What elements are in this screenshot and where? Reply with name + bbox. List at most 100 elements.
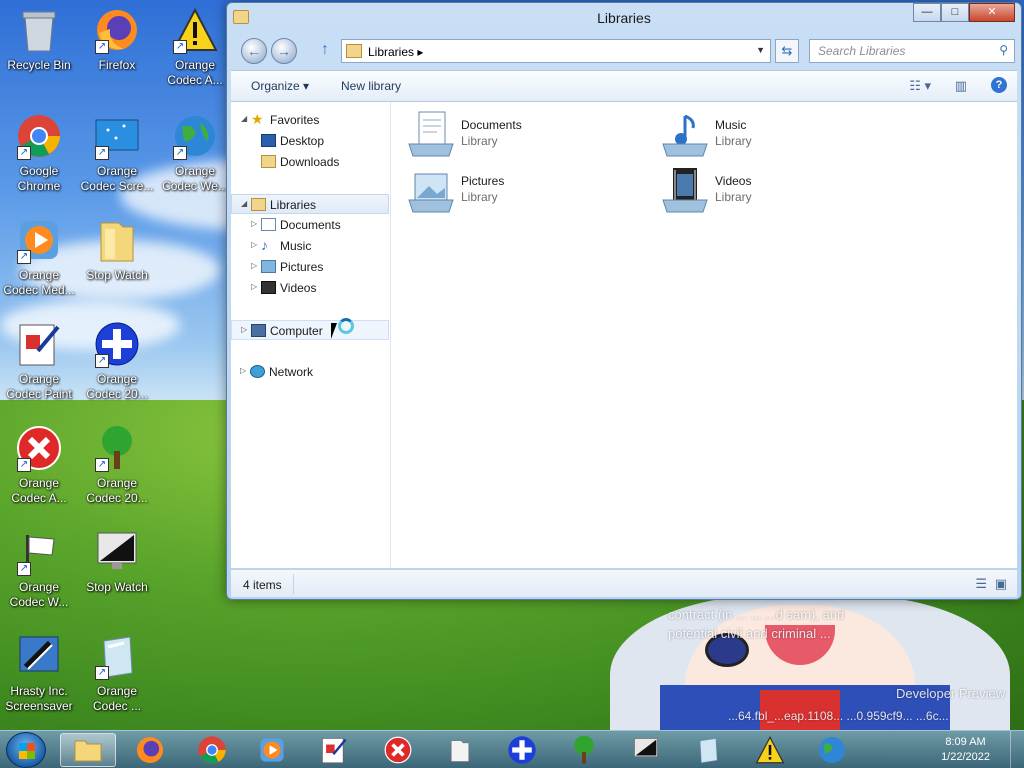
nav-videos[interactable]: ▷ Videos bbox=[231, 278, 389, 298]
desktop-icon-hrasty-screensaver[interactable]: Hrasty Inc. Screensaver bbox=[0, 632, 78, 714]
library-pictures[interactable]: Pictures Library bbox=[407, 166, 627, 216]
windows-logo-icon bbox=[19, 743, 35, 759]
collapse-arrow-icon[interactable]: ▷ bbox=[251, 261, 257, 270]
preview-pane-icon[interactable]: ▥ bbox=[955, 78, 967, 94]
up-arrow-icon[interactable]: ↑ bbox=[321, 41, 329, 59]
taskbar-explorer[interactable] bbox=[60, 733, 116, 767]
expand-arrow-icon[interactable]: ◢ bbox=[241, 114, 247, 123]
taskbar-glass[interactable] bbox=[680, 733, 736, 767]
taskbar-folder[interactable] bbox=[432, 733, 488, 767]
search-icon: ⚲ bbox=[999, 43, 1008, 57]
desktop-icon-orange-codec-20-tree[interactable]: ↗ Orange Codec 20... bbox=[78, 424, 156, 506]
desktop-icon-orange-codec-a-error[interactable]: ↗ Orange Codec A... bbox=[0, 424, 78, 506]
nav-music[interactable]: ▷ ♪ Music bbox=[231, 236, 389, 256]
watermark-line-2: potential civil and criminal ... bbox=[668, 626, 831, 641]
refresh-button[interactable]: ⇆ bbox=[775, 39, 799, 63]
taskbar-plus[interactable] bbox=[494, 733, 550, 767]
nav-documents[interactable]: ▷ Documents bbox=[231, 215, 389, 235]
content-area: ◢ ★ Favorites Desktop Downloads ◢ Librar… bbox=[231, 102, 1017, 568]
star-icon: ★ bbox=[251, 111, 264, 127]
taskbar-firefox[interactable] bbox=[122, 733, 178, 767]
desktop-icon-orange-codec-screen[interactable]: ↗ Orange Codec Scre... bbox=[78, 112, 156, 194]
busy-spinner-icon bbox=[338, 318, 354, 334]
system-clock[interactable]: 8:09 AM 1/22/2022 bbox=[941, 735, 990, 765]
desktop-icon-orange-codec-paint[interactable]: Orange Codec Paint bbox=[0, 320, 78, 402]
large-icons-view-icon[interactable]: ▣ bbox=[995, 576, 1007, 592]
collapse-arrow-icon[interactable]: ▷ bbox=[251, 282, 257, 291]
desktop-icon-orange-codec-media[interactable]: ↗ Orange Codec Med... bbox=[0, 216, 78, 298]
downloads-icon bbox=[261, 155, 276, 168]
organize-button[interactable]: Organize ▾ bbox=[251, 79, 309, 93]
collapse-arrow-icon[interactable]: ▷ bbox=[251, 219, 257, 228]
paint-icon bbox=[15, 320, 63, 368]
taskbar-warning[interactable] bbox=[742, 733, 798, 767]
library-documents[interactable]: Documents Library bbox=[407, 110, 627, 160]
nav-computer[interactable]: ▷ Computer bbox=[231, 320, 389, 340]
plus-icon bbox=[508, 736, 536, 764]
desktop-icon-google-chrome[interactable]: ↗ Google Chrome bbox=[0, 112, 78, 194]
taskbar-paint[interactable] bbox=[306, 733, 362, 767]
help-icon[interactable]: ? bbox=[991, 77, 1007, 93]
folder-icon bbox=[346, 44, 362, 58]
desktop-icon-orange-codec-web[interactable]: ↗ Orange Codec We... bbox=[156, 112, 234, 194]
chevron-down-icon[interactable]: ▼ bbox=[756, 45, 765, 55]
desktop-icon-firefox[interactable]: ↗ Firefox bbox=[78, 6, 156, 73]
taskbar-monitor[interactable] bbox=[618, 733, 674, 767]
collapse-arrow-icon[interactable]: ▷ bbox=[241, 325, 247, 334]
taskbar-tree[interactable] bbox=[556, 733, 612, 767]
new-library-button[interactable]: New library bbox=[341, 79, 401, 93]
desktop-icon-orange-codec-w[interactable]: ↗ Orange Codec W... bbox=[0, 528, 78, 610]
nav-pictures[interactable]: ▷ Pictures bbox=[231, 257, 389, 277]
window-title: Libraries bbox=[597, 10, 651, 26]
minimize-button[interactable]: — bbox=[913, 3, 941, 22]
desktop-icon-recycle-bin[interactable]: Recycle Bin bbox=[0, 6, 78, 73]
screen-icon: ↗ bbox=[93, 112, 141, 160]
desktop-icon-stop-watch-2[interactable]: Stop Watch bbox=[78, 528, 156, 595]
taskbar-error[interactable] bbox=[370, 733, 426, 767]
globe-icon bbox=[818, 736, 846, 764]
computer-icon bbox=[251, 324, 266, 337]
forward-button[interactable]: → bbox=[271, 38, 297, 64]
collapse-arrow-icon[interactable]: ▷ bbox=[240, 366, 246, 375]
tree-icon: ↗ bbox=[93, 424, 141, 472]
details-view-icon[interactable]: ☰ bbox=[975, 576, 987, 592]
view-options-icon[interactable]: ☷ ▾ bbox=[909, 78, 931, 94]
pictures-icon bbox=[408, 173, 454, 213]
desktop-icon-orange-codec-a[interactable]: ↗ Orange Codec A... bbox=[156, 6, 234, 88]
show-desktop-button[interactable] bbox=[1010, 731, 1024, 768]
tree-icon bbox=[574, 735, 594, 764]
music-icon bbox=[662, 114, 708, 157]
breadcrumb[interactable]: Libraries ▸ bbox=[368, 45, 423, 59]
nav-libraries[interactable]: ◢ Libraries bbox=[231, 194, 389, 214]
collapse-arrow-icon[interactable]: ▷ bbox=[251, 240, 257, 249]
flag-icon: ↗ bbox=[15, 528, 63, 576]
monitor-icon bbox=[93, 528, 141, 576]
desktop-icon-orange-codec-20-plus[interactable]: ↗ Orange Codec 20... bbox=[78, 320, 156, 402]
title-bar[interactable]: Libraries — □ ✕ bbox=[227, 3, 1021, 33]
start-button[interactable] bbox=[6, 732, 46, 768]
nav-downloads[interactable]: Downloads bbox=[231, 152, 389, 172]
back-button[interactable]: ← bbox=[241, 38, 267, 64]
taskbar-chrome[interactable] bbox=[184, 733, 240, 767]
error-icon bbox=[384, 736, 412, 764]
nav-network[interactable]: ▷ Network bbox=[231, 362, 389, 382]
nav-desktop[interactable]: Desktop bbox=[231, 131, 389, 151]
taskbar-globe[interactable] bbox=[804, 733, 860, 767]
library-videos[interactable]: Videos Library bbox=[661, 166, 881, 216]
address-bar[interactable]: Libraries ▸ ▼ bbox=[341, 39, 771, 63]
warning-icon: ↗ bbox=[171, 6, 219, 54]
desktop-icon-stop-watch-1[interactable]: Stop Watch bbox=[78, 216, 156, 283]
chrome-icon: ↗ bbox=[15, 112, 63, 160]
media-icon bbox=[260, 738, 284, 762]
desktop-icon-orange-codec-glass[interactable]: ↗ Orange Codec ... bbox=[78, 632, 156, 714]
nav-favorites[interactable]: ◢ ★ Favorites bbox=[231, 110, 389, 130]
library-music[interactable]: Music Library bbox=[661, 110, 881, 160]
explorer-window[interactable]: Libraries — □ ✕ ← → ↑ Libraries ▸ ▼ ⇆ Se… bbox=[226, 2, 1022, 600]
paint-icon bbox=[322, 738, 347, 764]
search-input[interactable]: Search Libraries ⚲ bbox=[809, 39, 1015, 63]
navigation-pane: ◢ ★ Favorites Desktop Downloads ◢ Librar… bbox=[231, 102, 391, 568]
expand-arrow-icon[interactable]: ◢ bbox=[241, 199, 247, 208]
close-button[interactable]: ✕ bbox=[969, 3, 1015, 22]
maximize-button[interactable]: □ bbox=[941, 3, 969, 22]
taskbar-media[interactable] bbox=[244, 733, 300, 767]
